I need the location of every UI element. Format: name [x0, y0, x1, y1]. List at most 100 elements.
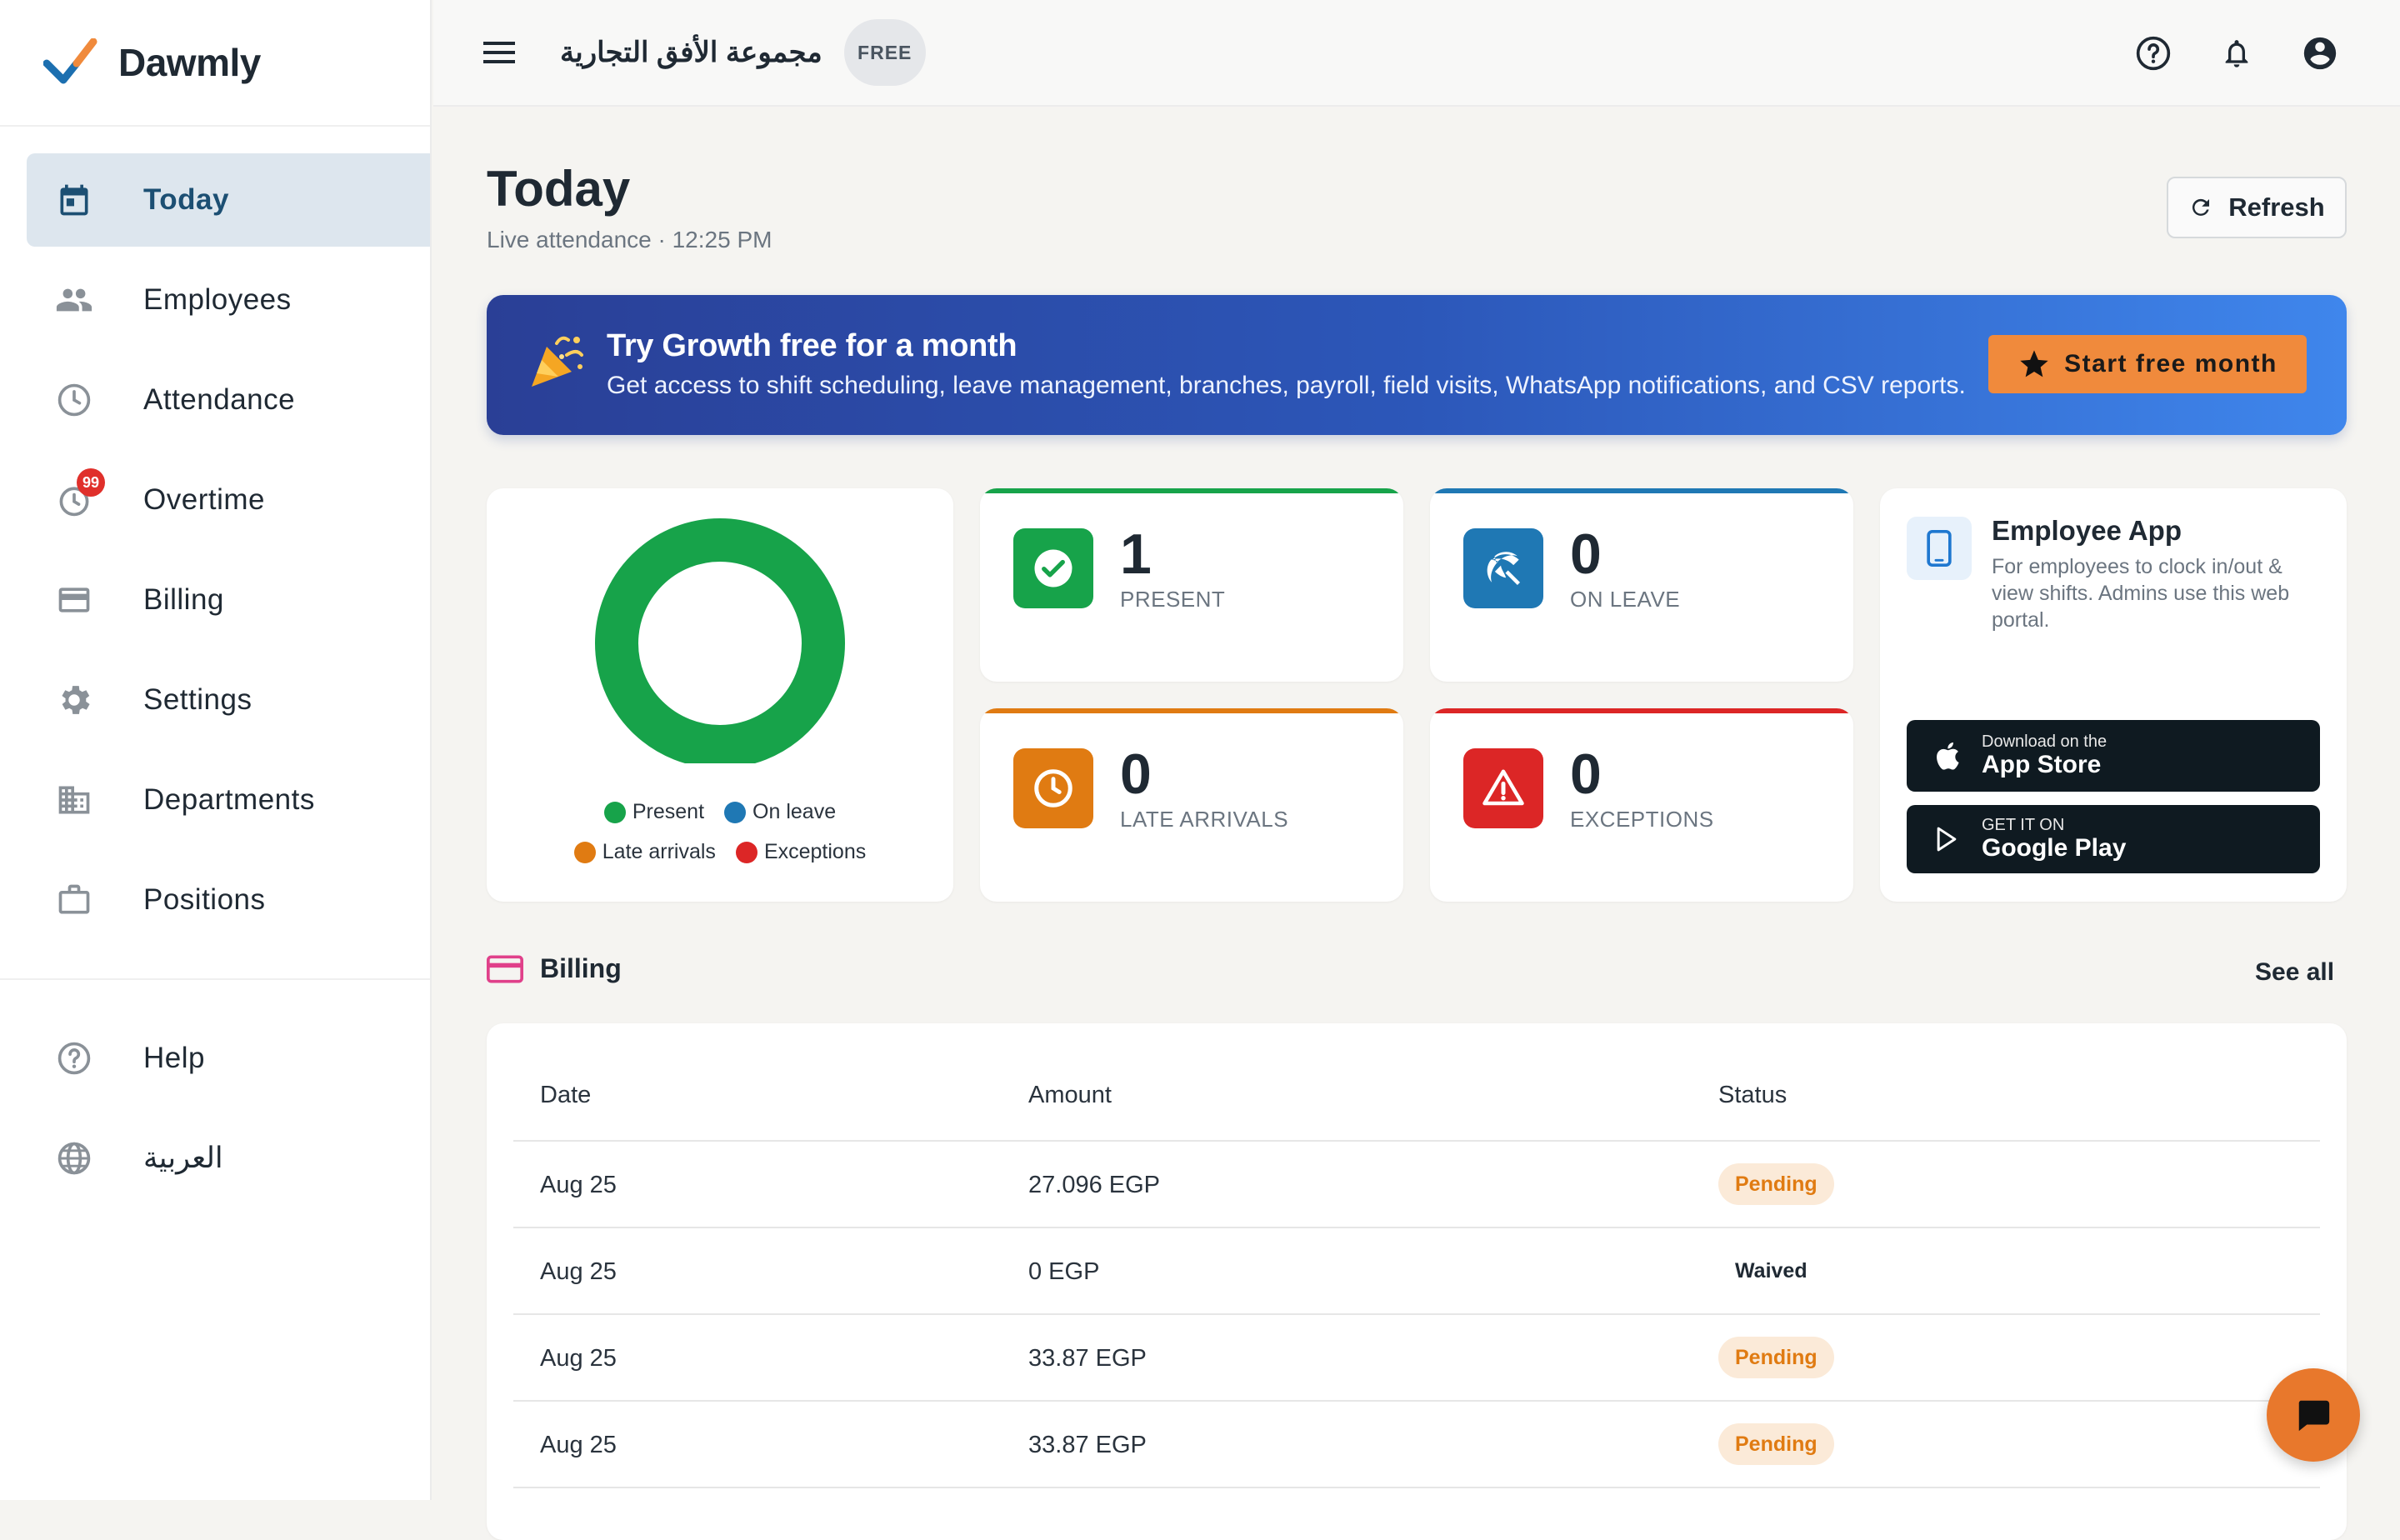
status-badge-pending: Pending [1718, 1163, 1834, 1205]
sidebar-item-employees[interactable]: Employees [27, 253, 430, 347]
sidebar-item-today[interactable]: Today [27, 153, 430, 247]
legend-dot [735, 841, 758, 863]
google-play-button[interactable]: GET IT ON Google Play [1907, 805, 2320, 873]
sidebar: Dawmly Today Employees Attendance 99 Ove… [0, 0, 432, 1500]
cell-date: Aug 25 [540, 1258, 617, 1285]
stat-card-exceptions[interactable]: 0 EXCEPTIONS [1430, 708, 1853, 902]
legend-label: Present [632, 800, 705, 823]
brand-check-logo-icon [43, 38, 98, 84]
sidebar-item-attendance[interactable]: Attendance [27, 353, 430, 447]
people-icon [55, 281, 93, 319]
brand[interactable]: Dawmly [0, 0, 430, 127]
legend-dot [724, 801, 747, 823]
column-header-status: Status [1718, 1082, 1788, 1108]
sidebar-item-label: Departments [143, 783, 315, 816]
star-icon [2020, 350, 2048, 378]
stat-value: 0 [1570, 742, 1602, 806]
start-free-month-label: Start free month [2064, 350, 2278, 378]
stat-label: EXCEPTIONS [1570, 807, 1714, 832]
credit-card-icon [487, 955, 523, 982]
sidebar-item-language[interactable]: العربية [27, 1112, 430, 1205]
bell-icon[interactable] [2217, 33, 2257, 73]
calendar-icon [55, 181, 93, 219]
building-icon [55, 781, 93, 819]
page-title: Today [487, 161, 631, 217]
sidebar-item-label: Today [143, 183, 229, 216]
stat-label: ON LEAVE [1570, 587, 1681, 612]
legend-item-exceptions: Exceptions [735, 840, 866, 864]
table-divider [513, 1227, 2320, 1228]
overtime-count-badge: 99 [77, 468, 105, 497]
stat-label: LATE ARRIVALS [1120, 807, 1289, 832]
refresh-button[interactable]: Refresh [2167, 177, 2347, 238]
employee-app-description: For employees to clock in/out & view shi… [1992, 555, 2290, 632]
sidebar-item-label: Employees [143, 283, 292, 316]
cell-amount: 33.87 EGP [1028, 1345, 1147, 1372]
status-badge-pending: Pending [1718, 1337, 1834, 1378]
google-play-label: Google Play [1982, 834, 2127, 862]
stat-card-on-leave[interactable]: 0 ON LEAVE [1430, 488, 1853, 682]
stat-value: 0 [1120, 742, 1152, 806]
stat-card-late-arrivals[interactable]: 0 LATE ARRIVALS [980, 708, 1403, 902]
legend-dot [573, 841, 596, 863]
beach-umbrella-icon [1463, 528, 1543, 608]
sidebar-item-billing[interactable]: Billing [27, 553, 430, 647]
cell-date: Aug 25 [540, 1345, 617, 1372]
attendance-donut-card: Present On leave Late arrivals Exception… [487, 488, 953, 902]
company-name: مجموعة الأفق التجارية [560, 37, 822, 68]
start-free-month-button[interactable]: Start free month [1988, 335, 2307, 393]
sidebar-item-label: Attendance [143, 383, 296, 416]
sidebar-item-help[interactable]: Help [27, 1012, 430, 1105]
promo-description: Get access to shift scheduling, leave ma… [607, 372, 1966, 399]
sidebar-item-overtime[interactable]: 99 Overtime [27, 453, 430, 547]
status-badge-pending: Pending [1718, 1423, 1834, 1465]
app-store-text: Download on the App Store [1982, 732, 2107, 779]
sidebar-item-label: Overtime [143, 483, 265, 516]
hamburger-menu-icon[interactable] [482, 34, 518, 71]
employee-app-card: Employee App For employees to clock in/o… [1880, 488, 2347, 902]
gear-icon [55, 681, 93, 719]
refresh-label: Refresh [2228, 192, 2325, 222]
table-divider [513, 1400, 2320, 1402]
account-circle-icon[interactable] [2300, 33, 2340, 73]
sidebar-divider [0, 978, 430, 980]
billing-see-all-link[interactable]: See all [2255, 958, 2334, 987]
stat-accent-bar [1430, 488, 1853, 493]
plan-badge: FREE [843, 19, 926, 86]
app-store-button[interactable]: Download on the App Store [1907, 720, 2320, 792]
sidebar-item-positions[interactable]: Positions [27, 853, 430, 947]
legend-item-present: Present [603, 800, 705, 824]
help-circle-icon [55, 1039, 93, 1078]
brand-name: Dawmly [118, 41, 261, 84]
chat-support-button[interactable] [2267, 1368, 2360, 1462]
sidebar-item-departments[interactable]: Departments [27, 753, 430, 847]
sidebar-item-label: العربية [143, 1142, 223, 1174]
chat-bubble-icon [2298, 1400, 2330, 1432]
globe-icon [55, 1139, 93, 1178]
help-circle-icon[interactable] [2133, 33, 2173, 73]
google-play-text: GET IT ON Google Play [1982, 816, 2126, 862]
stat-value: 1 [1120, 522, 1152, 586]
cell-amount: 33.87 EGP [1028, 1432, 1147, 1458]
cell-date: Aug 25 [540, 1432, 617, 1458]
stat-card-present[interactable]: 1 PRESENT [980, 488, 1403, 682]
status-badge-waived: Waived [1735, 1258, 1808, 1282]
donut-legend-row-2: Late arrivals Exceptions [487, 840, 953, 864]
page-subtitle: Live attendance · 12:25 PM [487, 227, 772, 252]
billing-section-title: Billing [540, 953, 622, 983]
clock-icon [1013, 748, 1093, 828]
stat-accent-bar [1430, 708, 1853, 713]
table-divider [513, 1313, 2320, 1315]
column-header-amount: Amount [1028, 1082, 1112, 1108]
promo-title: Try Growth free for a month [607, 328, 1018, 363]
sidebar-item-settings[interactable]: Settings [27, 653, 430, 747]
cell-date: Aug 25 [540, 1172, 617, 1198]
legend-item-late-arrivals: Late arrivals [573, 840, 716, 864]
credit-card-icon [55, 581, 93, 619]
sidebar-item-label: Help [143, 1042, 205, 1074]
cell-amount: 0 EGP [1028, 1258, 1100, 1285]
legend-dot [603, 801, 626, 823]
billing-section-header: Billing [487, 953, 622, 984]
warning-icon [1463, 748, 1543, 828]
sidebar-item-label: Billing [143, 583, 224, 616]
